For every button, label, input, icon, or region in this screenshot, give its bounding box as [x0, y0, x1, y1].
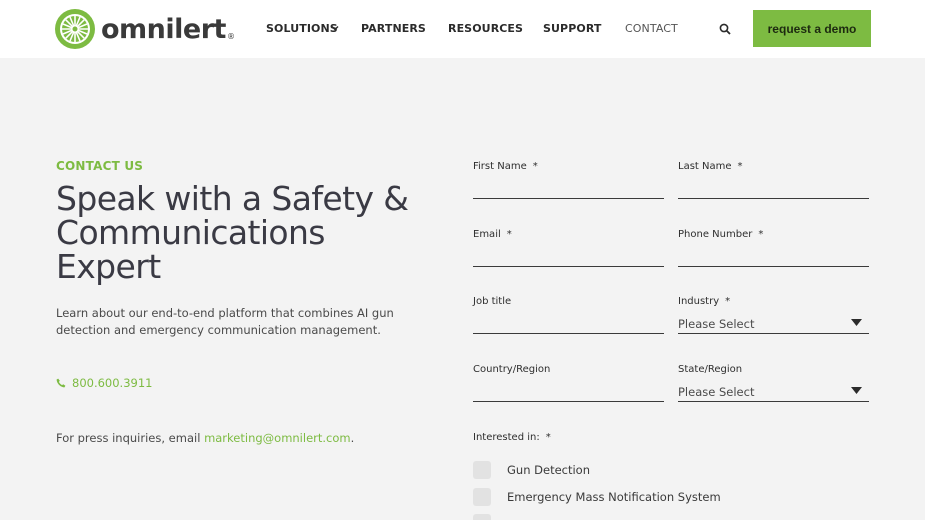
- email-field[interactable]: [473, 266, 664, 267]
- logo-wordmark: omnilert: [101, 13, 226, 45]
- country-label: Country/Region: [473, 364, 551, 375]
- search-icon[interactable]: [719, 23, 731, 35]
- press-prefix: For press inquiries, email: [56, 431, 205, 445]
- caret-down-icon[interactable]: [851, 387, 862, 394]
- nav-contact[interactable]: CONTACT: [625, 22, 678, 36]
- state-select-line: [678, 401, 869, 402]
- interest-checkbox-3[interactable]: [473, 514, 491, 520]
- intro-text: Learn about our end-to-end platform that…: [56, 306, 394, 337]
- press-inquiries: For press inquiries, email marketing@omn…: [56, 431, 354, 445]
- phone-number-field[interactable]: [678, 266, 869, 267]
- state-label: State/Region: [678, 364, 743, 375]
- mass-notification-checkbox[interactable]: [473, 488, 491, 506]
- press-suffix: .: [350, 431, 355, 445]
- first-name-label: First Name *: [473, 161, 538, 172]
- first-name-field[interactable]: [473, 198, 664, 199]
- chevron-down-icon[interactable]: [331, 24, 339, 32]
- gun-detection-label[interactable]: Gun Detection: [507, 463, 590, 477]
- phone-link[interactable]: 800.600.3911: [56, 376, 152, 390]
- mass-notification-label[interactable]: Emergency Mass Notification System: [507, 490, 721, 504]
- industry-label: Industry *: [678, 296, 731, 307]
- state-select[interactable]: Please Select: [678, 385, 754, 399]
- nav-partners[interactable]: PARTNERS: [361, 22, 426, 36]
- last-name-field[interactable]: [678, 198, 869, 199]
- contact-us-eyebrow: CONTACT US: [56, 159, 144, 173]
- interested-in-label: Interested in: *: [473, 432, 551, 443]
- job-title-field[interactable]: [473, 333, 664, 334]
- job-title-label: Job title: [473, 296, 512, 307]
- industry-select[interactable]: Please Select: [678, 317, 754, 331]
- last-name-label: Last Name *: [678, 161, 743, 172]
- country-field[interactable]: [473, 401, 664, 402]
- email-label: Email *: [473, 229, 512, 240]
- request-demo-button[interactable]: request a demo: [753, 10, 871, 47]
- press-email-link[interactable]: marketing@omnilert.com: [204, 431, 351, 445]
- gun-detection-checkbox[interactable]: [473, 461, 491, 479]
- industry-select-line: [678, 333, 869, 334]
- nav-solutions[interactable]: SOLUTIONS: [266, 22, 338, 36]
- phone-number-label: Phone Number *: [678, 229, 764, 240]
- nav-resources[interactable]: RESOURCES: [448, 22, 523, 36]
- page-title: Speak with a Safety & Communications Exp…: [56, 179, 409, 286]
- omnilert-logo[interactable]: omnilert ®: [54, 8, 235, 50]
- nav-support[interactable]: SUPPORT: [543, 22, 602, 36]
- logo-registered-mark: ®: [226, 31, 235, 41]
- phone-number: 800.600.3911: [72, 376, 153, 390]
- caret-down-icon[interactable]: [851, 319, 862, 326]
- omnilert-logo-icon: [55, 9, 95, 49]
- site-header: omnilert ® SOLUTIONS PARTNERS RESOURCES …: [0, 0, 925, 58]
- phone-icon: [56, 378, 66, 388]
